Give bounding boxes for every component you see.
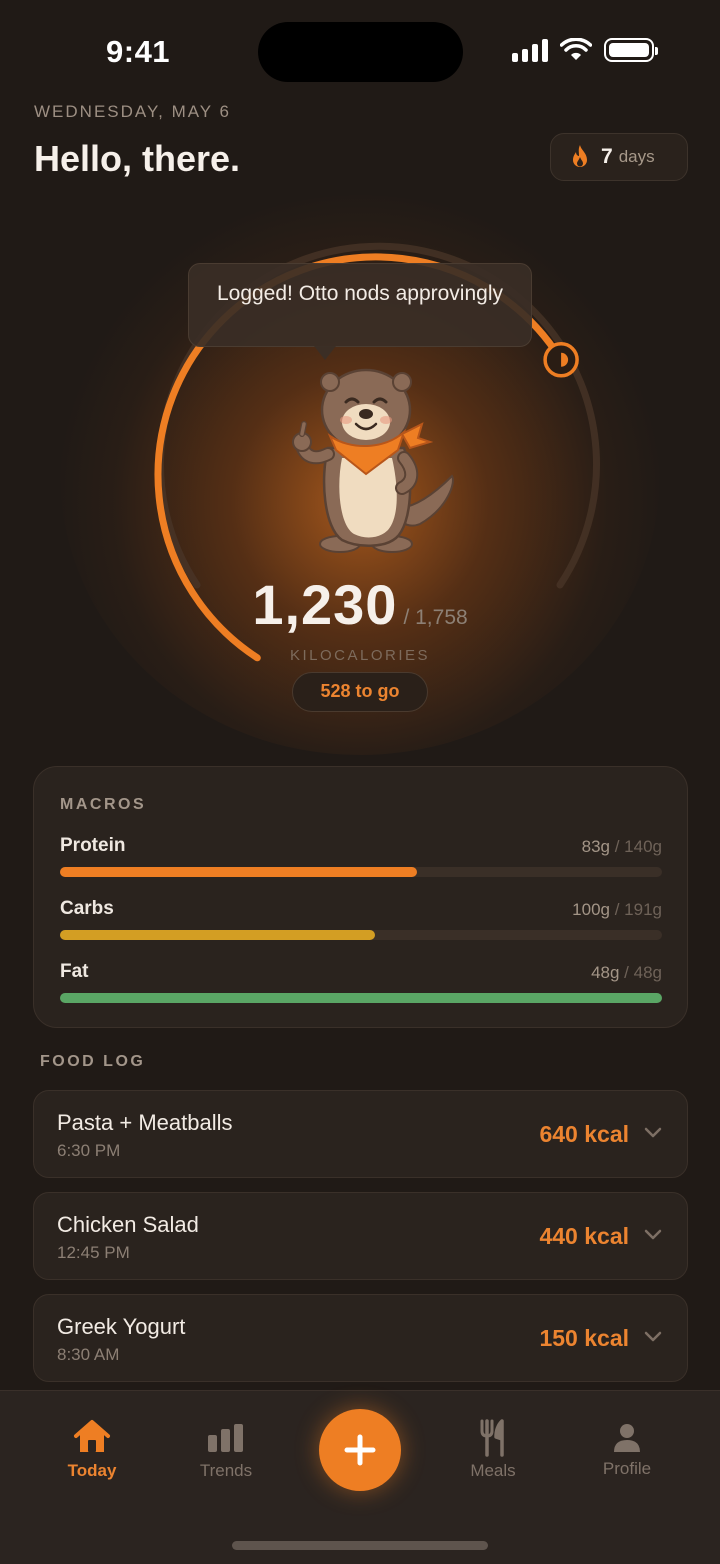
food-log-item[interactable]: Greek Yogurt 8:30 AM 150 kcal (33, 1294, 688, 1382)
macro-name: Carbs (60, 898, 114, 919)
food-name: Chicken Salad (57, 1212, 199, 1237)
tab-today[interactable]: Today (32, 1419, 152, 1481)
food-log-title: FOOD LOG (40, 1053, 146, 1070)
calorie-summary: 1,230/ 1,758 (0, 572, 720, 637)
tab-trends[interactable]: Trends (166, 1423, 286, 1481)
tab-meals[interactable]: Meals (433, 1419, 553, 1481)
macro-progress-fill (60, 930, 376, 940)
food-calories: 640 kcal (539, 1121, 629, 1147)
tab-label: Profile (602, 1459, 652, 1478)
food-name: Greek Yogurt (57, 1314, 186, 1339)
plus-icon (344, 1434, 376, 1466)
bar-chart-icon (208, 1424, 243, 1452)
person-icon (614, 1424, 640, 1452)
tab-label: Today (67, 1461, 117, 1480)
tab-profile[interactable]: Profile (567, 1423, 687, 1479)
ring-progress-knob (543, 342, 579, 378)
chevron-down-icon[interactable] (643, 1329, 663, 1343)
food-log-item[interactable]: Pasta + Meatballs 6:30 PM 640 kcal (33, 1090, 688, 1178)
home-icon (74, 1420, 110, 1452)
tab-label: Trends (199, 1461, 253, 1480)
chevron-down-icon[interactable] (643, 1227, 663, 1241)
macro-progress-track (60, 867, 662, 877)
calories-goal: / 1,758 (403, 606, 468, 629)
home-indicator (232, 1541, 488, 1550)
macros-title: MACROS (60, 796, 147, 813)
chevron-down-icon[interactable] (643, 1125, 663, 1139)
macro-progress-fill (60, 867, 417, 877)
macro-values: 83g / 140g (581, 837, 662, 856)
macro-values: 48g / 48g (591, 963, 662, 982)
utensils-icon (480, 1419, 504, 1457)
macros-card: MACROS Protein 83g / 140g Carbs 100g / 1… (33, 766, 688, 1028)
food-calories: 440 kcal (539, 1223, 629, 1249)
macro-progress-track (60, 930, 662, 940)
food-time: 12:45 PM (57, 1243, 130, 1262)
macro-values: 100g / 191g (572, 900, 662, 919)
calories-consumed: 1,230 (252, 573, 398, 636)
tab-label: Meals (470, 1461, 516, 1480)
calories-unit-label: KILOCALORIES (289, 647, 431, 664)
add-food-button[interactable] (319, 1409, 401, 1491)
food-calories: 150 kcal (539, 1325, 629, 1351)
food-name: Pasta + Meatballs (57, 1110, 233, 1135)
food-time: 8:30 AM (57, 1345, 120, 1364)
otter-mascot-illustration (292, 368, 454, 553)
food-log-item[interactable]: Chicken Salad 12:45 PM 440 kcal (33, 1192, 688, 1280)
food-time: 6:30 PM (57, 1141, 121, 1160)
macro-name: Protein (60, 835, 126, 856)
mascot-speech-bubble: Logged! Otto nods approvingly (188, 263, 532, 347)
calories-remaining-pill: 528 to go (292, 672, 428, 712)
macro-name: Fat (60, 961, 89, 982)
macro-progress-fill (60, 993, 662, 1003)
macro-progress-track (60, 993, 662, 1003)
bottom-tab-bar: Today Trends Meals Profile (0, 1390, 720, 1564)
